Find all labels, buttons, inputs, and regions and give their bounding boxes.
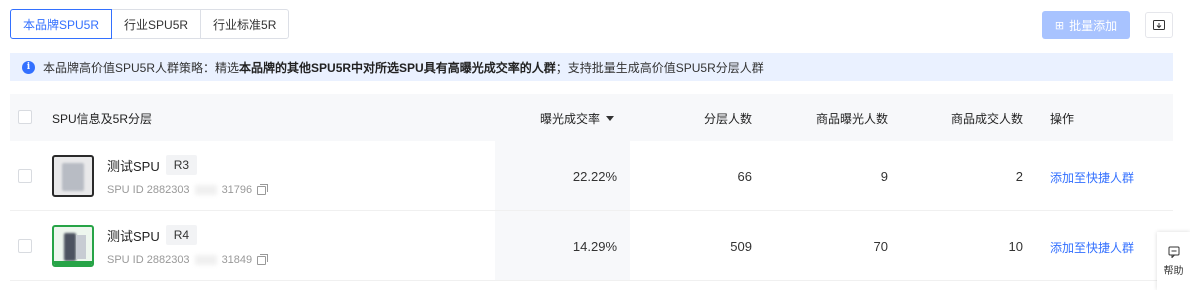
col-layer-header: 分层人数 (703, 112, 752, 126)
col-spu-header: SPU信息及5R分层 (52, 112, 153, 126)
row-checkbox[interactable] (18, 169, 32, 183)
row-checkbox[interactable] (18, 239, 32, 253)
spu-id-prefix: SPU ID 2882303 (107, 184, 190, 196)
spu-id-prefix: SPU ID 2882303 (107, 254, 190, 266)
select-all-checkbox[interactable] (18, 110, 32, 124)
col-rate-label: 曝光成交率 (540, 112, 601, 126)
table-header: SPU信息及5R分层 曝光成交率 分层人数 商品曝光人数 商品成交人数 操作 (10, 94, 1173, 141)
spu-name: 测试SPU R3 (107, 155, 198, 175)
col-rate-header[interactable]: 曝光成交率 (540, 110, 615, 127)
spu-id: SPU ID 2882303 31796 (107, 183, 269, 196)
spu-id-suffix: 31796 (221, 184, 253, 196)
help-chat-icon (1168, 246, 1179, 258)
rate-value: 22.22% (572, 169, 617, 184)
copy-icon[interactable] (257, 253, 269, 265)
tab-industry-standard-5r[interactable]: 行业标准5R (200, 9, 290, 39)
spu-name: 测试SPU R4 (107, 225, 198, 245)
add-quick-audience-link[interactable]: 添加至快捷人群 (1050, 239, 1134, 256)
layer-value: 509 (730, 239, 752, 254)
id-redaction (194, 185, 217, 195)
exposure-value: 70 (873, 239, 888, 254)
r-tag: R4 (165, 225, 198, 245)
col-exposure-header: 商品曝光人数 (815, 112, 888, 126)
copy-icon[interactable] (257, 183, 269, 195)
deal-value: 2 (1015, 169, 1023, 184)
tab-industry-spu5r[interactable]: 行业SPU5R (111, 9, 202, 39)
spu-id: SPU ID 2882303 31849 (107, 253, 269, 266)
batch-add-button[interactable]: ⊞ 批量添加 (1042, 11, 1130, 39)
tab-group: 本品牌SPU5R 行业SPU5R 行业标准5R (10, 9, 290, 39)
export-button[interactable] (1145, 12, 1173, 38)
layer-value: 66 (737, 169, 752, 184)
id-redaction (194, 255, 217, 265)
spu-id-suffix: 31849 (221, 254, 253, 266)
info-prefix: 本品牌高价值SPU5R人群策略：精选 (43, 60, 240, 75)
table-row: 测试SPU R3 SPU ID 2882303 31796 22.22% 66 9… (10, 141, 1173, 211)
table-row: 测试SPU R4 SPU ID 2882303 31849 14.29% 509 … (10, 211, 1173, 281)
exposure-value: 9 (880, 169, 888, 184)
tab-brand-spu5r[interactable]: 本品牌SPU5R (10, 9, 113, 39)
strategy-info-bar: i 本品牌高价值SPU5R人群策略：精选 本品牌的其他SPU5R中对所选SPU具… (10, 53, 1173, 81)
info-icon: i (22, 60, 35, 74)
help-button[interactable]: 帮助 (1157, 232, 1190, 290)
info-bold: 本品牌的其他SPU5R中对所选SPU具有高曝光成交率的人群 (239, 60, 556, 75)
deal-value: 10 (1008, 239, 1023, 254)
col-op-header: 操作 (1050, 112, 1075, 126)
product-thumbnail (52, 225, 94, 267)
rate-value: 14.29% (572, 239, 617, 254)
r-tag: R3 (165, 155, 198, 175)
sort-desc-icon (606, 116, 615, 121)
spu-name-text: 测试SPU (107, 158, 160, 174)
col-deal-header: 商品成交人数 (950, 112, 1023, 126)
plus-square-icon: ⊞ (1054, 19, 1065, 32)
info-suffix: ；支持批量生成高价值SPU5R分层人群 (555, 60, 764, 75)
download-box-icon (1153, 20, 1165, 30)
add-quick-audience-link[interactable]: 添加至快捷人群 (1050, 169, 1134, 186)
batch-add-label: 批量添加 (1069, 18, 1118, 33)
spu-table: SPU信息及5R分层 曝光成交率 分层人数 商品曝光人数 商品成交人数 操作 测… (10, 94, 1173, 281)
spu-name-text: 测试SPU (107, 228, 160, 244)
help-label: 帮助 (1163, 265, 1184, 277)
product-thumbnail (52, 155, 94, 197)
